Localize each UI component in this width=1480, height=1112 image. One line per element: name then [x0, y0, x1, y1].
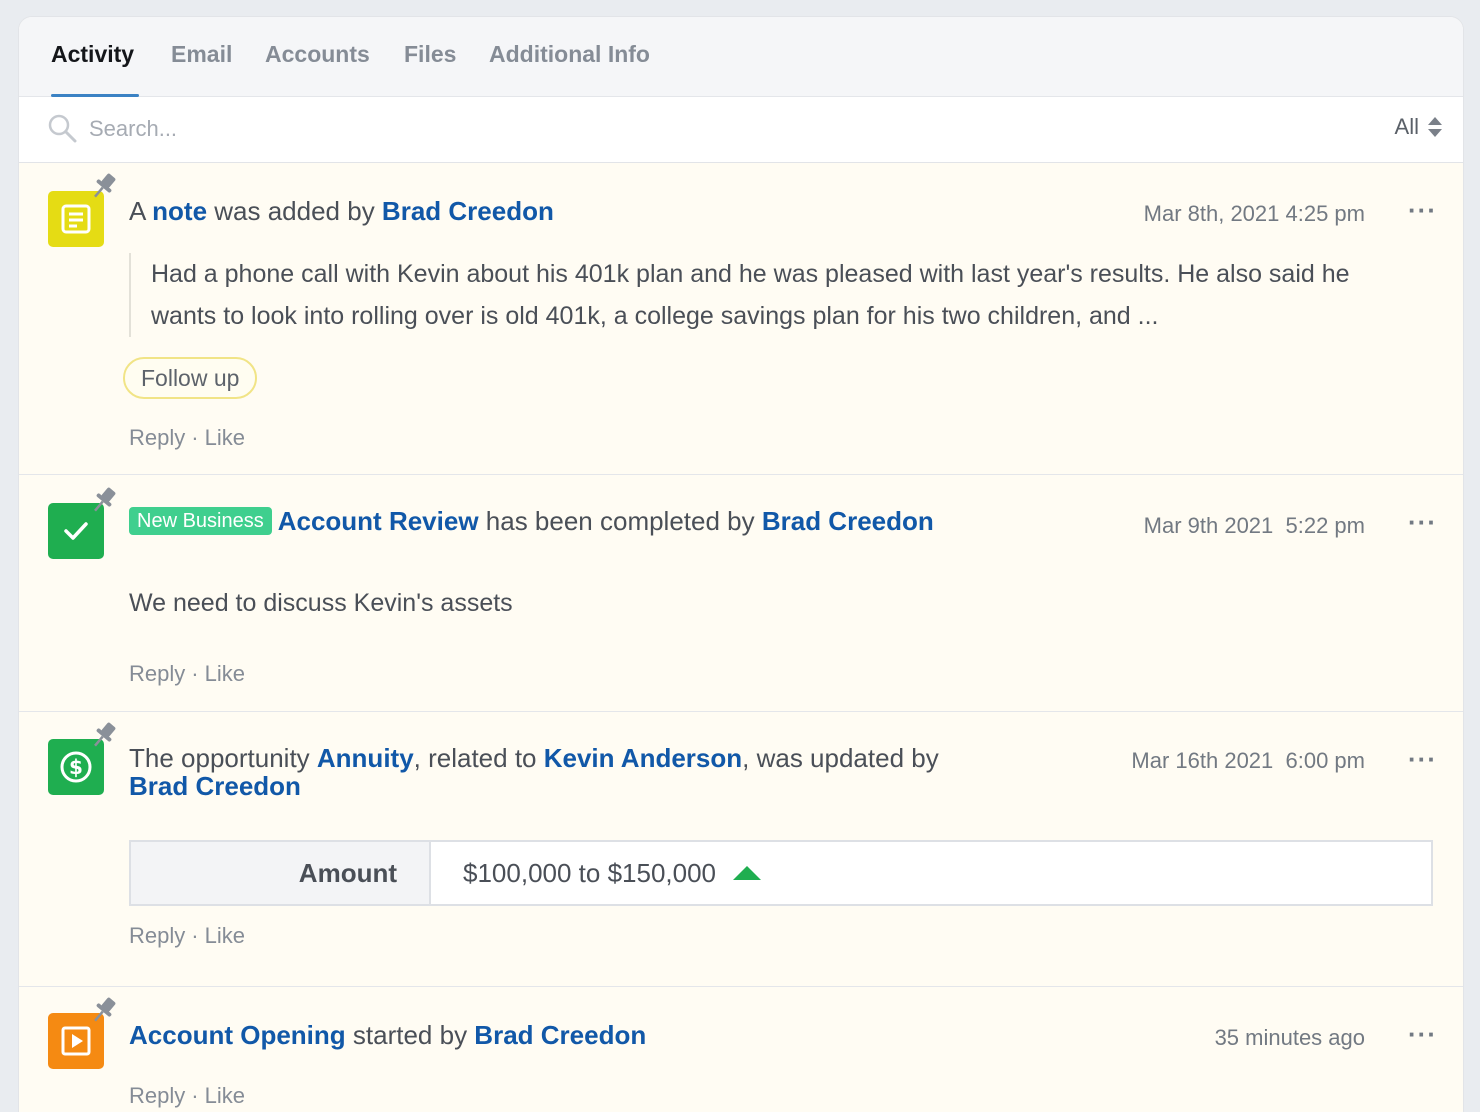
review-body: We need to discuss Kevin's assets: [129, 589, 513, 617]
author-link[interactable]: Brad Creedon: [474, 1020, 646, 1050]
timestamp: Mar 8th, 2021 4:25 pm: [1143, 201, 1365, 226]
svg-text:$: $: [69, 755, 83, 779]
search-input[interactable]: [89, 111, 989, 147]
reply-link[interactable]: Reply: [129, 661, 185, 686]
filter-select[interactable]: All: [1395, 114, 1443, 140]
field-change-value: $100,000 to $150,000: [431, 842, 762, 904]
opening-headline: Account Opening started by Brad Creedon: [129, 1020, 647, 1050]
feed-item-account-review: New Business Account Review has been comp…: [19, 475, 1463, 712]
tab-bar: Activity Email Accounts Files Additional…: [19, 17, 1463, 97]
tab-additional-info[interactable]: Additional Info: [489, 41, 650, 68]
reply-link[interactable]: Reply: [129, 1083, 185, 1108]
feed-item-opportunity: $ The opportunity Annuity, related to Ke…: [19, 712, 1463, 987]
reply-link[interactable]: Reply: [129, 923, 185, 948]
author-link[interactable]: Brad Creedon: [762, 506, 934, 536]
filter-label: All: [1394, 114, 1419, 139]
feed-item-note: A note was added by Brad Creedon Mar 8th…: [19, 163, 1463, 475]
opportunity-headline: The opportunity Annuity, related to Kevi…: [129, 743, 939, 801]
timestamp: 35 minutes ago: [1214, 1025, 1365, 1050]
pin-icon: [94, 997, 116, 1022]
pin-icon: [94, 173, 116, 198]
contact-link[interactable]: Kevin Anderson: [544, 743, 742, 773]
tab-email[interactable]: Email: [171, 41, 232, 68]
like-link[interactable]: Like: [205, 1083, 245, 1108]
item-actions: Reply · Like: [129, 661, 245, 686]
like-link[interactable]: Like: [205, 923, 245, 948]
new-business-badge: New Business: [129, 507, 272, 535]
note-headline: A note was added by Brad Creedon: [129, 196, 554, 226]
more-options-button[interactable]: ···: [1408, 507, 1437, 538]
note-body: Had a phone call with Kevin about his 40…: [129, 253, 1409, 337]
more-options-button[interactable]: ···: [1408, 195, 1437, 226]
tab-accounts[interactable]: Accounts: [265, 41, 370, 68]
search-bar: All: [19, 97, 1463, 163]
review-headline: New Business Account Review has been comp…: [129, 507, 934, 536]
account-review-link[interactable]: Account Review: [278, 506, 479, 536]
activity-panel: Activity Email Accounts Files Additional…: [18, 16, 1464, 1112]
field-change-table: Amount $100,000 to $150,000: [129, 840, 1433, 906]
timestamp: Mar 9th 2021 5:22 pm: [1143, 513, 1365, 538]
search-icon: [48, 114, 77, 143]
item-actions: Reply · Like: [129, 923, 245, 948]
field-name: Amount: [131, 842, 431, 904]
timestamp: Mar 16th 2021 6:00 pm: [1131, 748, 1365, 773]
sort-arrows-icon: [1428, 117, 1442, 137]
follow-up-tag[interactable]: Follow up: [123, 357, 258, 399]
annuity-link[interactable]: Annuity: [317, 743, 414, 773]
pin-icon: [94, 722, 116, 747]
tab-activity[interactable]: Activity: [51, 41, 134, 68]
more-options-button[interactable]: ···: [1408, 744, 1437, 775]
more-options-button[interactable]: ···: [1408, 1019, 1437, 1050]
note-link[interactable]: note: [152, 196, 207, 226]
item-actions: Reply · Like: [129, 1083, 245, 1108]
pin-icon: [94, 487, 116, 512]
like-link[interactable]: Like: [205, 425, 245, 450]
author-link[interactable]: Brad Creedon: [382, 196, 554, 226]
item-actions: Reply · Like: [129, 425, 245, 450]
reply-link[interactable]: Reply: [129, 425, 185, 450]
account-opening-link[interactable]: Account Opening: [129, 1020, 346, 1050]
tab-files[interactable]: Files: [404, 41, 456, 68]
like-link[interactable]: Like: [205, 661, 245, 686]
author-link[interactable]: Brad Creedon: [129, 771, 301, 801]
feed-item-account-opening: Account Opening started by Brad Creedon …: [19, 987, 1463, 1112]
increase-arrow-icon: [733, 866, 762, 880]
